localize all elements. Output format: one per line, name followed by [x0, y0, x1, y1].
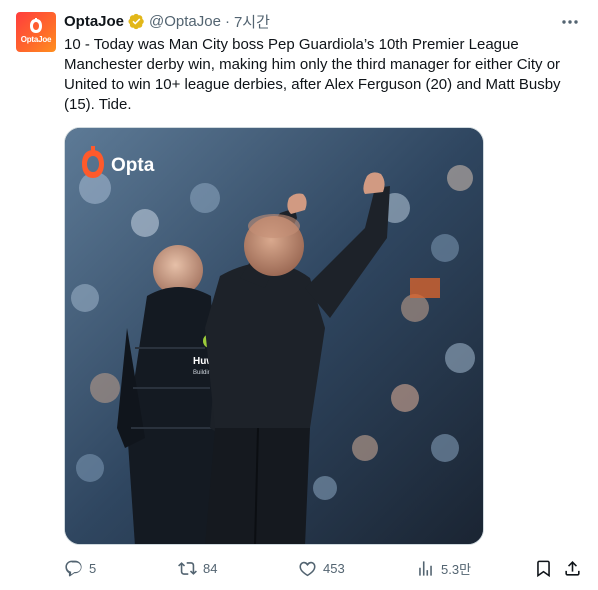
sponsor-subtext: Buildin	[193, 370, 211, 376]
like-button[interactable]: 453	[298, 556, 345, 580]
retweet-icon	[178, 561, 197, 575]
author-handle[interactable]: @OptaJoe	[149, 13, 221, 30]
share-button[interactable]	[563, 556, 582, 580]
bookmark-button[interactable]	[534, 556, 553, 580]
opta-logo-icon	[30, 18, 42, 33]
action-bar: 5 84 453 5.3만	[64, 556, 586, 580]
tweet-photo[interactable]: Huw Buildin Opta	[64, 127, 484, 545]
reply-button[interactable]: 5	[64, 556, 96, 580]
separator-dot: ·	[224, 12, 230, 30]
more-icon	[562, 20, 578, 24]
tweet-article[interactable]: OptaJoe OptaJoe @OptaJoe · 7시간 10 - Toda…	[0, 0, 598, 590]
author-name[interactable]: OptaJoe	[64, 13, 124, 30]
reply-count: 5	[89, 560, 97, 576]
tweet-header: OptaJoe @OptaJoe · 7시간	[64, 11, 270, 31]
watermark-text: Opta	[111, 155, 155, 176]
verified-icon[interactable]	[128, 13, 145, 30]
views-icon	[419, 560, 432, 576]
tweet-text: 10 - Today was Man City boss Pep Guardio…	[64, 36, 565, 113]
bookmark-icon	[537, 560, 550, 577]
views-count: 5.3만	[441, 561, 472, 577]
retweet-button[interactable]: 84	[178, 556, 217, 580]
more-options-button[interactable]	[560, 12, 580, 32]
photo-illustration: Huw Buildin Opta	[65, 128, 483, 544]
reply-icon	[65, 560, 82, 576]
avatar[interactable]: OptaJoe	[16, 12, 56, 52]
like-icon	[299, 561, 316, 576]
retweet-count: 84	[203, 560, 218, 576]
like-count: 453	[323, 560, 345, 576]
tweet-timestamp[interactable]: 7시간	[234, 11, 270, 32]
views-button[interactable]: 5.3만	[416, 556, 471, 580]
avatar-wordmark: OptaJoe	[20, 35, 52, 44]
share-icon	[565, 560, 580, 576]
